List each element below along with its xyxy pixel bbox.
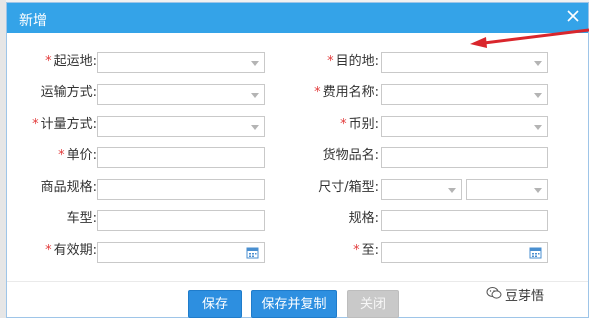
spec-input[interactable] [381,210,548,231]
chevron-down-icon [251,93,259,98]
chevron-down-icon [534,61,542,66]
valid-from-label: * 有效期: [45,243,97,258]
size-select[interactable] [381,179,462,200]
calendar-icon[interactable] [529,246,542,259]
chevron-down-icon [534,188,542,193]
unit-price-input[interactable] [97,147,265,168]
chevron-down-icon [534,93,542,98]
fee-name-label: * 费用名称: [314,85,379,100]
currency-label: * 币别: [340,117,379,132]
footer-divider [7,281,588,282]
watermark-text: 豆芽悟 [505,289,545,304]
dialog-title: 新增 [19,13,47,29]
fee-name-select[interactable] [381,84,548,105]
wechat-icon [486,287,502,299]
red-arrow-annotation [470,28,589,48]
goods-spec-input[interactable] [97,179,265,200]
vehicle-type-label: 车型: [66,211,97,226]
chevron-down-icon [534,125,542,130]
container-type-select[interactable] [466,179,548,200]
chevron-down-icon [251,61,259,66]
vehicle-type-input[interactable] [97,210,265,231]
chevron-down-icon [448,188,456,193]
origin-select[interactable] [97,52,265,73]
currency-select[interactable] [381,116,548,137]
close-button[interactable]: 关闭 [347,290,399,318]
save-and-copy-button[interactable]: 保存并复制 [251,290,337,318]
valid-from-date-input[interactable] [97,242,265,263]
size-container-label: 尺寸/箱型: [318,180,379,195]
unit-price-label: * 单价: [58,148,97,163]
goods-spec-label: 商品规格: [40,180,97,195]
calendar-icon[interactable] [246,246,259,259]
chevron-down-icon [251,125,259,130]
origin-label: * 起运地: [45,54,97,69]
destination-label: * 目的地: [327,54,379,69]
valid-to-label: * 至: [353,243,379,258]
save-button[interactable]: 保存 [188,290,242,318]
billing-mode-label: * 计量方式: [32,117,97,132]
valid-to-date-input[interactable] [381,242,548,263]
destination-select[interactable] [381,52,548,73]
billing-mode-select[interactable] [97,116,265,137]
transport-mode-select[interactable] [97,84,265,105]
spec-label: 规格: [348,211,379,226]
goods-name-label: 货物品名: [322,148,379,163]
transport-mode-label: 运输方式: [40,85,97,100]
goods-name-input[interactable] [381,147,548,168]
